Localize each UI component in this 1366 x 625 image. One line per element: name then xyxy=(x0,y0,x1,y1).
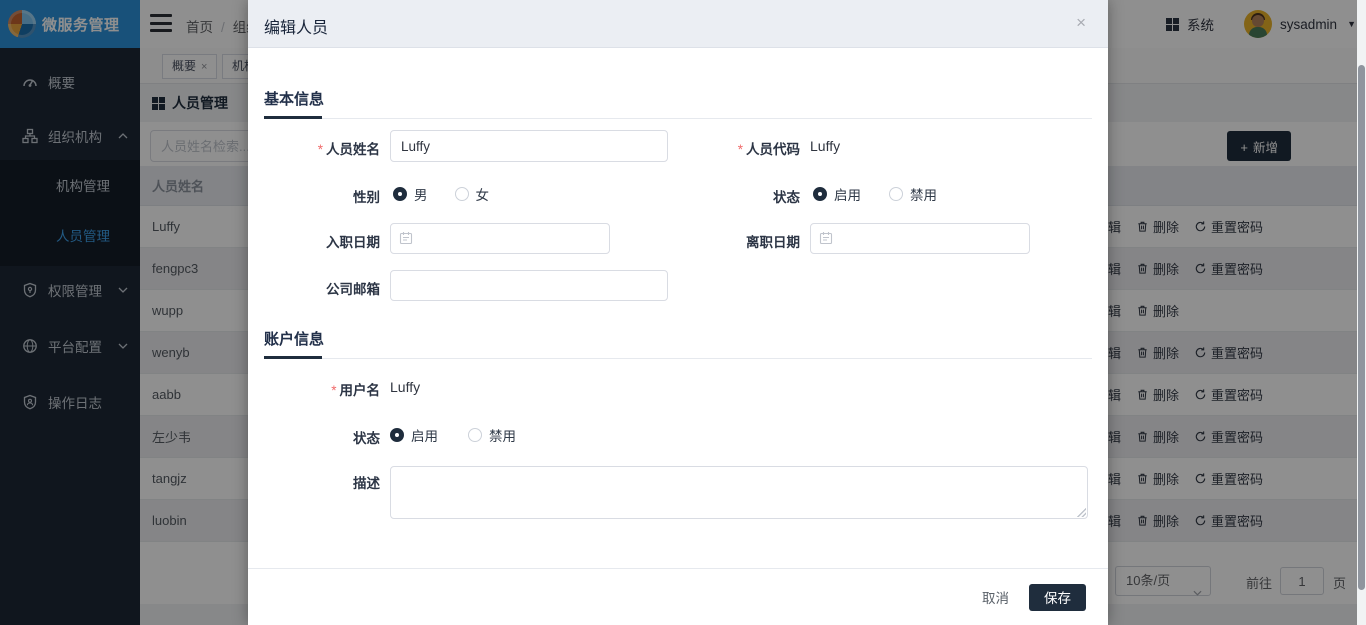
scrollbar-track[interactable] xyxy=(1357,0,1366,625)
close-icon[interactable]: × xyxy=(1076,13,1086,33)
radio-account-enabled[interactable]: 启用 xyxy=(390,425,438,445)
name-input[interactable] xyxy=(390,130,668,162)
radio-icon xyxy=(455,187,469,201)
field-label-hire-date: 入职日期 xyxy=(260,231,380,251)
radio-icon xyxy=(390,428,404,442)
radio-account-disabled[interactable]: 禁用 xyxy=(468,425,516,445)
field-label-code: *人员代码 xyxy=(680,138,800,158)
radio-enabled[interactable]: 启用 xyxy=(813,184,861,204)
radio-icon xyxy=(393,187,407,201)
field-label-leave-date: 离职日期 xyxy=(680,231,800,251)
modal-title: 编辑人员 xyxy=(264,14,328,38)
section-title-basic: 基本信息 xyxy=(264,88,324,109)
email-input[interactable] xyxy=(390,270,668,301)
field-label-email: 公司邮箱 xyxy=(260,278,380,298)
cancel-button[interactable]: 取消 xyxy=(982,587,1009,607)
leave-date-input[interactable] xyxy=(810,223,1030,254)
radio-male[interactable]: 男 xyxy=(393,184,428,204)
field-label-name: *人员姓名 xyxy=(260,138,380,158)
app-root: 微服务管理 概要 组织机构 机构管理 人员管理 权限管理 xyxy=(0,0,1366,625)
edit-personnel-modal: 编辑人员 × 基本信息 *人员姓名 *人员代码 Luffy 性别 男 女 状态 … xyxy=(248,0,1108,625)
scrollbar-thumb[interactable] xyxy=(1358,65,1365,590)
username-value: Luffy xyxy=(390,379,420,395)
save-button[interactable]: 保存 xyxy=(1029,584,1086,611)
status-radio-group: 启用 禁用 xyxy=(813,184,937,204)
field-label-status: 状态 xyxy=(680,186,800,206)
description-textarea[interactable] xyxy=(390,466,1088,519)
field-label-gender: 性别 xyxy=(260,186,380,206)
field-label-description: 描述 xyxy=(260,472,380,492)
radio-disabled[interactable]: 禁用 xyxy=(889,184,937,204)
radio-female[interactable]: 女 xyxy=(455,184,490,204)
hire-date-input[interactable] xyxy=(390,223,610,254)
field-label-account-status: 状态 xyxy=(260,427,380,447)
section-title-account: 账户信息 xyxy=(264,328,324,349)
radio-icon xyxy=(889,187,903,201)
modal-footer: 取消 保存 xyxy=(248,568,1108,625)
section-indicator xyxy=(264,356,322,359)
code-value: Luffy xyxy=(810,138,840,154)
section-indicator xyxy=(264,116,322,119)
account-status-radio-group: 启用 禁用 xyxy=(390,425,516,445)
radio-icon xyxy=(813,187,827,201)
field-label-username: *用户名 xyxy=(260,379,380,399)
gender-radio-group: 男 女 xyxy=(393,184,489,204)
modal-header: 编辑人员 × xyxy=(248,0,1108,48)
radio-icon xyxy=(468,428,482,442)
